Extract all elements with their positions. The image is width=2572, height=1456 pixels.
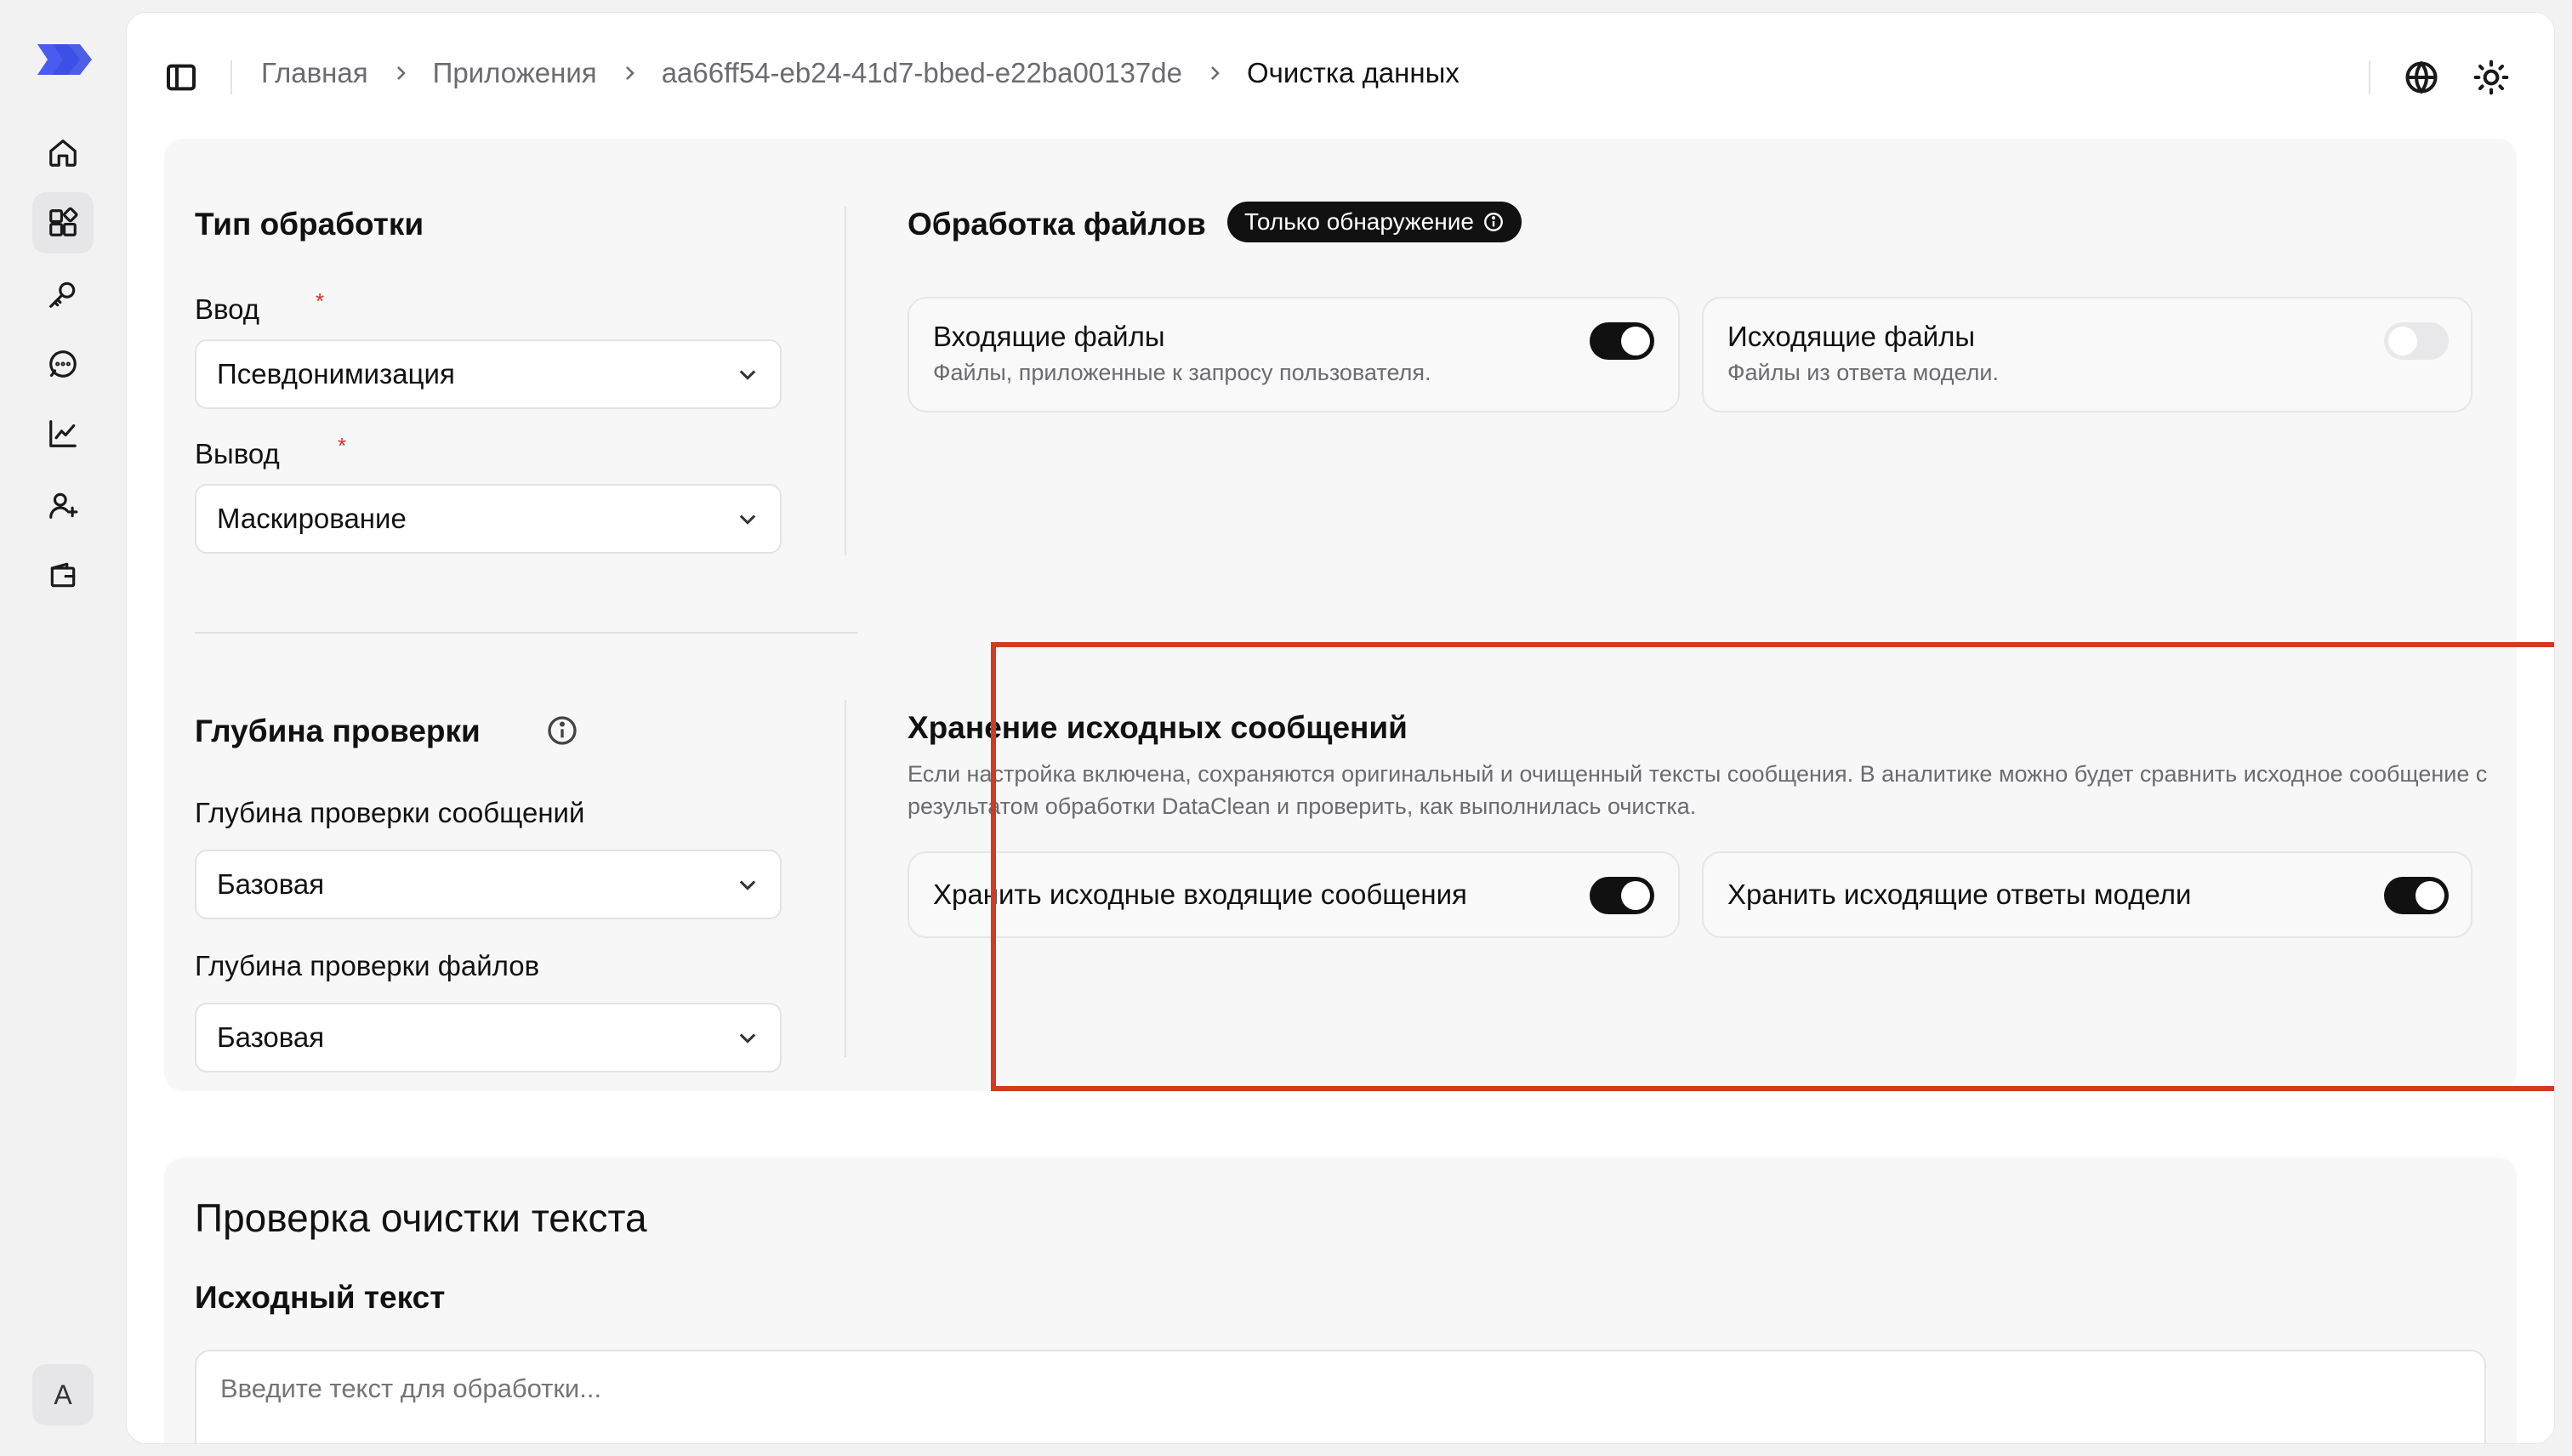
sun-icon <box>2473 60 2509 95</box>
chevron-down-icon <box>739 515 756 525</box>
input-mode-select[interactable]: Псевдонимизация <box>195 339 782 409</box>
chevron-right-icon <box>625 66 634 80</box>
breadcrumb-apps[interactable]: Приложения <box>433 57 597 89</box>
file-depth-value: Базовая <box>217 1021 325 1053</box>
breadcrumb-app-id[interactable]: aa66ff54-eb24-41d7-bbed-e22ba00137de <box>662 57 1182 89</box>
output-mode-select[interactable]: Маскирование <box>195 484 782 554</box>
sidebar: A <box>0 0 126 1456</box>
message-depth-select[interactable]: Базовая <box>195 850 782 919</box>
source-text-input[interactable] <box>195 1350 2486 1443</box>
divider <box>230 60 232 94</box>
globe-icon <box>2405 60 2438 94</box>
incoming-files-toggle[interactable] <box>1590 322 1654 360</box>
sidebar-toggle-button[interactable] <box>164 60 198 94</box>
breadcrumb: Главная Приложения aa66ff54-eb24-41d7-bb… <box>261 57 1460 89</box>
outgoing-files-option: Исходящие файлы Файлы из ответа модели. <box>1702 297 2472 412</box>
divider <box>845 700 846 1057</box>
sidebar-item-home[interactable] <box>32 122 94 184</box>
sidebar-item-analytics[interactable] <box>32 403 94 464</box>
processing-type-title: Тип обработки <box>195 207 424 242</box>
divider <box>845 207 846 555</box>
incoming-files-title: Входящие файлы <box>933 321 1165 352</box>
chevron-right-icon <box>396 66 406 80</box>
sidebar-item-keys[interactable] <box>32 264 94 325</box>
info-icon <box>1483 213 1503 231</box>
chevron-down-icon <box>739 370 756 380</box>
app-logo[interactable] <box>31 41 95 78</box>
badge-label: Только обнаружение <box>1244 208 1474 235</box>
divider <box>195 632 858 634</box>
sidebar-item-wallet[interactable] <box>32 544 94 606</box>
avatar-letter: A <box>54 1379 72 1410</box>
panel-left-icon <box>167 64 196 91</box>
detection-only-badge: Только обнаружение <box>1227 202 1522 242</box>
source-text-label: Исходный текст <box>195 1280 446 1315</box>
check-depth-title: Глубина проверки <box>195 714 481 748</box>
chevron-right-icon <box>1211 66 1220 80</box>
output-mode-value: Маскирование <box>217 503 407 534</box>
language-button[interactable] <box>2403 59 2440 96</box>
incoming-files-option: Входящие файлы Файлы, приложенные к запр… <box>908 297 1680 412</box>
message-depth-value: Базовая <box>217 868 325 900</box>
wallet-icon <box>50 562 76 588</box>
text-check-card: Проверка очистки текста Исходный текст <box>164 1157 2517 1443</box>
chart-icon <box>49 420 77 447</box>
outgoing-files-title: Исходящие файлы <box>1727 321 1976 352</box>
user-plus-icon <box>49 492 78 519</box>
top-bar: Главная Приложения aa66ff54-eb24-41d7-bb… <box>127 13 2554 139</box>
highlight-box <box>991 642 2554 1091</box>
key-icon <box>49 282 76 308</box>
outgoing-files-toggle[interactable] <box>2384 322 2449 360</box>
chevron-down-icon <box>739 880 756 890</box>
output-label: Вывод <box>195 438 280 469</box>
main-panel: Главная Приложения aa66ff54-eb24-41d7-bb… <box>126 12 2555 1444</box>
sidebar-item-apps[interactable] <box>32 192 94 253</box>
text-check-title: Проверка очистки текста <box>195 1196 647 1240</box>
sidebar-item-add-user[interactable] <box>32 475 94 536</box>
divider <box>2369 60 2370 94</box>
input-mode-value: Псевдонимизация <box>217 358 455 390</box>
file-depth-select[interactable]: Базовая <box>195 1003 782 1072</box>
incoming-files-subtitle: Файлы, приложенные к запросу пользовател… <box>933 360 1431 385</box>
check-depth-info-icon[interactable] <box>545 714 579 748</box>
input-label: Ввод <box>195 293 260 325</box>
sidebar-item-chat[interactable] <box>32 333 94 395</box>
theme-toggle-button[interactable] <box>2472 59 2510 96</box>
chat-icon <box>49 350 77 378</box>
message-depth-label: Глубина проверки сообщений <box>195 797 585 828</box>
chevron-down-icon <box>739 1033 756 1044</box>
apps-icon <box>49 207 78 236</box>
breadcrumb-home[interactable]: Главная <box>261 57 368 89</box>
required-mark: * <box>338 433 347 458</box>
file-processing-title: Обработка файлов <box>908 207 1206 242</box>
breadcrumb-current: Очистка данных <box>1246 57 1460 88</box>
required-mark: * <box>316 288 325 314</box>
avatar[interactable]: A <box>32 1364 94 1425</box>
file-depth-label: Глубина проверки файлов <box>195 950 540 981</box>
outgoing-files-subtitle: Файлы из ответа модели. <box>1727 360 1999 385</box>
home-icon <box>49 139 77 167</box>
